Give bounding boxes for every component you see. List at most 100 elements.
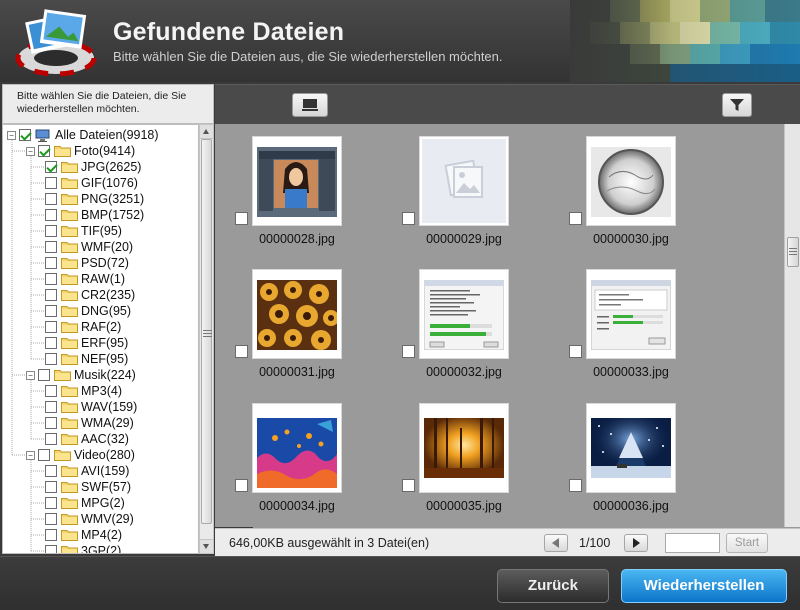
folder-icon (61, 305, 78, 317)
collapse-toggle-icon[interactable]: − (26, 450, 35, 460)
tree-item[interactable]: PSD(72) (45, 255, 129, 271)
computer-icon (35, 129, 52, 142)
file-thumbnail[interactable] (252, 403, 342, 493)
tree-hint-line-2: wiederherstellen möchten. (17, 103, 140, 115)
collapse-toggle-icon[interactable]: − (26, 146, 35, 156)
file-name: 00000029.jpg (426, 232, 502, 246)
tree-item[interactable]: SWF(57) (45, 479, 131, 495)
tree-checkbox[interactable] (19, 129, 31, 141)
file-checkbox[interactable] (235, 345, 248, 358)
tree-checkbox[interactable] (45, 433, 57, 445)
grid-scrollbar[interactable] (784, 124, 800, 527)
tree-checkbox[interactable] (45, 257, 57, 269)
collapse-toggle-icon[interactable]: − (7, 130, 16, 140)
tree-label: Foto(9414) (74, 144, 136, 158)
next-page-button[interactable] (624, 534, 648, 552)
tree-item[interactable]: WMV(29) (45, 511, 134, 527)
tree-checkbox[interactable] (45, 337, 57, 349)
grid-scroll-thumb[interactable] (787, 237, 799, 267)
start-page-button[interactable]: Start (726, 533, 768, 553)
tree-item[interactable]: GIF(1076) (45, 175, 138, 191)
file-thumbnail[interactable] (419, 269, 509, 359)
tree-checkbox[interactable] (45, 177, 57, 189)
file-checkbox[interactable] (235, 212, 248, 225)
tree-checkbox[interactable] (38, 145, 50, 157)
filter-button[interactable] (722, 93, 752, 117)
tree-item[interactable]: WMF(20) (45, 239, 133, 255)
tree-item[interactable]: MP4(2) (45, 527, 122, 543)
tree-checkbox[interactable] (45, 161, 57, 173)
tree-item[interactable]: CR2(235) (45, 287, 135, 303)
tree-item[interactable]: MP3(4) (45, 383, 122, 399)
file-thumbnail[interactable] (252, 269, 342, 359)
file-checkbox[interactable] (402, 345, 415, 358)
tree-item[interactable]: WMA(29) (45, 415, 134, 431)
tree-item[interactable]: NEF(95) (45, 351, 128, 367)
tree-scroll-up[interactable] (200, 125, 213, 139)
tree-item[interactable]: 3GP(2) (45, 543, 121, 553)
tree-item[interactable]: PNG(3251) (45, 191, 144, 207)
tree-label: MP4(2) (81, 528, 122, 542)
file-checkbox[interactable] (402, 212, 415, 225)
tree-group[interactable]: − Musik(224) (26, 367, 136, 383)
tree-checkbox[interactable] (45, 465, 57, 477)
file-checkbox[interactable] (569, 345, 582, 358)
collapse-toggle-icon[interactable]: − (26, 370, 35, 380)
tree-checkbox[interactable] (45, 353, 57, 365)
file-thumbnail[interactable] (586, 136, 676, 226)
tree-checkbox[interactable] (45, 497, 57, 509)
file-thumbnail[interactable] (252, 136, 342, 226)
tree-checkbox[interactable] (45, 529, 57, 541)
file-checkbox[interactable] (569, 479, 582, 492)
file-name: 00000030.jpg (593, 232, 669, 246)
tree-checkbox[interactable] (38, 449, 50, 461)
file-thumbnail[interactable] (419, 136, 509, 226)
tree-item[interactable]: WAV(159) (45, 399, 137, 415)
file-thumbnail[interactable] (586, 403, 676, 493)
tree-item[interactable]: DNG(95) (45, 303, 131, 319)
tree-checkbox[interactable] (45, 225, 57, 237)
tree-item[interactable]: AVI(159) (45, 463, 129, 479)
tree-checkbox[interactable] (45, 241, 57, 253)
tree-item[interactable]: MPG(2) (45, 495, 125, 511)
file-checkbox[interactable] (569, 212, 582, 225)
tree-checkbox[interactable] (45, 417, 57, 429)
file-checkbox[interactable] (235, 479, 248, 492)
tree-checkbox[interactable] (45, 321, 57, 333)
tree-checkbox[interactable] (45, 273, 57, 285)
tree-item[interactable]: TIF(95) (45, 223, 122, 239)
tree-label: MPG(2) (81, 496, 125, 510)
prev-page-button[interactable] (544, 534, 568, 552)
tree-checkbox[interactable] (45, 513, 57, 525)
tree-item[interactable]: BMP(1752) (45, 207, 144, 223)
tree-checkbox[interactable] (45, 193, 57, 205)
tree-checkbox[interactable] (45, 209, 57, 221)
tree-checkbox[interactable] (45, 481, 57, 493)
tree-label: ERF(95) (81, 336, 129, 350)
tree-checkbox[interactable] (45, 545, 57, 553)
tree-scrollbar[interactable] (199, 124, 214, 554)
tree-checkbox[interactable] (45, 305, 57, 317)
page-number-input[interactable] (665, 533, 720, 553)
tree-checkbox[interactable] (45, 385, 57, 397)
back-button[interactable]: Zurück (497, 569, 609, 603)
tree-scroll-thumb[interactable] (201, 139, 212, 524)
tree-item[interactable]: RAW(1) (45, 271, 125, 287)
file-thumbnail[interactable] (419, 403, 509, 493)
tree-root[interactable]: − Alle Dateien(9918) (7, 127, 159, 143)
file-checkbox[interactable] (402, 479, 415, 492)
restore-button[interactable]: Wiederherstellen (621, 569, 787, 603)
tree-item[interactable]: AAC(32) (45, 431, 129, 447)
file-thumbnail[interactable] (586, 269, 676, 359)
tree-group[interactable]: − Video(280) (26, 447, 135, 463)
tree-item[interactable]: RAF(2) (45, 319, 121, 335)
tree-checkbox[interactable] (45, 289, 57, 301)
tree-group[interactable]: − Foto(9414) (26, 143, 135, 159)
tree-checkbox[interactable] (45, 401, 57, 413)
tree-item[interactable]: JPG(2625) (45, 159, 141, 175)
grip-icon (203, 330, 212, 337)
tree-item[interactable]: ERF(95) (45, 335, 128, 351)
list-view-button[interactable] (292, 93, 328, 117)
tree-scroll-down[interactable] (200, 539, 213, 553)
tree-checkbox[interactable] (38, 369, 50, 381)
